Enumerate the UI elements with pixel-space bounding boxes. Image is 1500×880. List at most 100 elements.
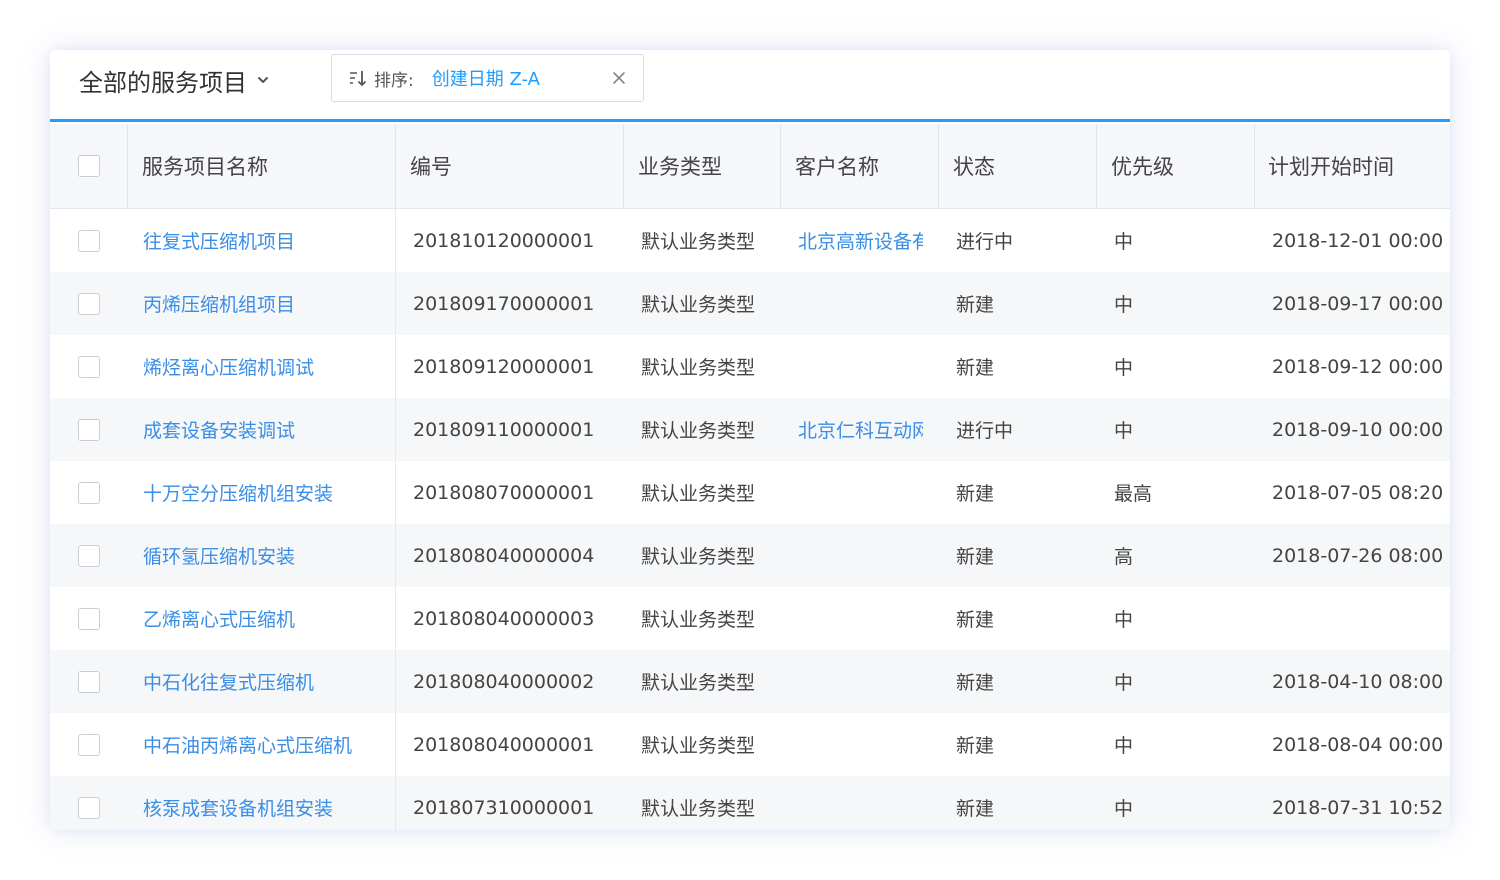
project-code: 201808070000001 [413, 481, 595, 504]
project-name-link[interactable]: 十万空分压缩机组安装 [143, 461, 393, 524]
priority-text: 中 [1114, 357, 1134, 379]
sort-descending-icon [350, 71, 367, 87]
table-row[interactable]: 中石油丙烯离心式压缩机 201808040000001 默认业务类型 新建 中 2018-… [50, 713, 1450, 776]
column-divider [395, 650, 396, 713]
column-header-type[interactable]: 业务类型 [638, 124, 778, 208]
project-name-link[interactable]: 乙烯离心式压缩机 [143, 587, 393, 650]
column-header-start-time[interactable]: 计划开始时间 [1268, 124, 1446, 208]
row-select-cell [78, 524, 102, 587]
row-checkbox[interactable] [78, 355, 100, 378]
project-name-link[interactable]: 循环氢压缩机安装 [143, 524, 393, 587]
customer-name-link[interactable]: 北京高新设备有 [798, 209, 923, 272]
select-all-checkbox[interactable] [78, 155, 100, 177]
priority-text: 最高 [1114, 483, 1153, 505]
customer-name-link[interactable]: 北京仁科互动网 [798, 398, 923, 461]
view-selector[interactable]: 全部的服务项目 [79, 62, 269, 98]
row-select-cell [78, 587, 102, 650]
start-time: 2018-09-12 00:00 [1272, 355, 1444, 378]
project-code: 201809170000001 [413, 292, 595, 315]
table-row[interactable]: 丙烯压缩机组项目 201809170000001 默认业务类型 新建 中 2018-09-… [50, 272, 1450, 335]
business-type: 默认业务类型 [641, 546, 756, 568]
start-time: 2018-09-10 00:00 [1272, 418, 1444, 441]
service-projects-table: 服务项目名称 编号 业务类型 客户名称 状态 优先级 计划开始时间 往复式压缩机… [50, 124, 1450, 830]
project-name-link[interactable]: 中石化往复式压缩机 [143, 650, 393, 713]
business-type: 默认业务类型 [641, 294, 756, 316]
project-name-link[interactable]: 往复式压缩机项目 [143, 209, 393, 272]
table-row[interactable]: 乙烯离心式压缩机 201808040000003 默认业务类型 新建 中 [50, 587, 1450, 650]
table-row[interactable]: 核泵成套设备机组安装 201807310000001 默认业务类型 新建 中 2018-0… [50, 776, 1450, 830]
project-code: 201808040000004 [413, 544, 595, 567]
business-type: 默认业务类型 [641, 420, 756, 442]
row-select-cell [78, 335, 102, 398]
table-row[interactable]: 十万空分压缩机组安装 201808070000001 默认业务类型 新建 最高 2018-… [50, 461, 1450, 524]
row-checkbox[interactable] [78, 607, 100, 630]
table-row[interactable]: 成套设备安装调试 201809110000001 默认业务类型 北京仁科互动网 进行中 中… [50, 398, 1450, 461]
table-row[interactable]: 烯烃离心压缩机调试 201809120000001 默认业务类型 新建 中 2018-09… [50, 335, 1450, 398]
status-text: 新建 [956, 672, 995, 694]
select-all-cell [78, 124, 102, 208]
project-name-link[interactable]: 中石油丙烯离心式压缩机 [143, 713, 393, 776]
customer-name-link [798, 650, 923, 713]
priority-text: 中 [1114, 294, 1134, 316]
row-checkbox[interactable] [78, 544, 100, 567]
customer-name-link [798, 776, 923, 830]
table-row[interactable]: 循环氢压缩机安装 201808040000004 默认业务类型 新建 高 2018-07-… [50, 524, 1450, 587]
project-code: 201808040000003 [413, 607, 595, 630]
column-header-name[interactable]: 服务项目名称 [142, 124, 392, 208]
column-divider [395, 524, 396, 587]
column-divider [127, 124, 128, 208]
service-projects-panel: 全部的服务项目 排序: 创建日期 Z-A 服务项目名称 编号 业务类型 客户名称… [50, 50, 1450, 830]
project-name-link[interactable]: 丙烯压缩机组项目 [143, 272, 393, 335]
row-checkbox[interactable] [78, 733, 100, 756]
project-code: 201809120000001 [413, 355, 595, 378]
business-type: 默认业务类型 [641, 735, 756, 757]
column-divider [1254, 124, 1255, 208]
priority-text: 中 [1114, 231, 1134, 253]
table-row[interactable]: 往复式压缩机项目 201810120000001 默认业务类型 北京高新设备有 进行中 中… [50, 209, 1450, 272]
row-select-cell [78, 713, 102, 776]
status-text: 进行中 [956, 231, 1014, 253]
start-time [1272, 587, 1450, 650]
start-time: 2018-09-17 00:00 [1272, 292, 1444, 315]
column-divider [395, 398, 396, 461]
close-icon[interactable] [611, 70, 627, 86]
table-row[interactable]: 中石化往复式压缩机 201808040000002 默认业务类型 新建 中 2018-04… [50, 650, 1450, 713]
column-divider [623, 124, 624, 208]
priority-text: 中 [1114, 735, 1134, 757]
row-checkbox[interactable] [78, 481, 100, 504]
business-type: 默认业务类型 [641, 609, 756, 631]
row-checkbox[interactable] [78, 229, 100, 252]
project-name-link[interactable]: 成套设备安装调试 [143, 398, 393, 461]
start-time: 2018-12-01 00:00 [1272, 229, 1444, 252]
column-header-status[interactable]: 状态 [953, 124, 1093, 208]
column-header-customer[interactable]: 客户名称 [795, 124, 920, 208]
chevron-down-icon [258, 77, 268, 83]
start-time: 2018-04-10 08:00 [1272, 670, 1444, 693]
toolbar: 全部的服务项目 排序: 创建日期 Z-A [50, 50, 1450, 122]
business-type: 默认业务类型 [641, 357, 756, 379]
view-title: 全部的服务项目 [79, 68, 247, 97]
column-divider [395, 776, 396, 830]
row-checkbox[interactable] [78, 418, 100, 441]
row-checkbox[interactable] [78, 292, 100, 315]
row-checkbox[interactable] [78, 670, 100, 693]
sort-filter-chip[interactable]: 排序: 创建日期 Z-A [331, 54, 644, 102]
row-checkbox[interactable] [78, 796, 100, 819]
column-header-priority[interactable]: 优先级 [1111, 124, 1251, 208]
project-name-link[interactable]: 核泵成套设备机组安装 [143, 776, 393, 830]
project-code: 201808040000002 [413, 670, 595, 693]
status-text: 新建 [956, 546, 995, 568]
row-select-cell [78, 650, 102, 713]
business-type: 默认业务类型 [641, 231, 756, 253]
column-divider [395, 124, 396, 208]
project-name-link[interactable]: 烯烃离心压缩机调试 [143, 335, 393, 398]
column-divider [780, 124, 781, 208]
row-select-cell [78, 398, 102, 461]
priority-text: 中 [1114, 672, 1134, 694]
priority-text: 高 [1114, 546, 1134, 568]
business-type: 默认业务类型 [641, 483, 756, 505]
column-divider [395, 587, 396, 650]
customer-name-link [798, 335, 923, 398]
column-header-code[interactable]: 编号 [410, 124, 620, 208]
project-code: 201808040000001 [413, 733, 595, 756]
